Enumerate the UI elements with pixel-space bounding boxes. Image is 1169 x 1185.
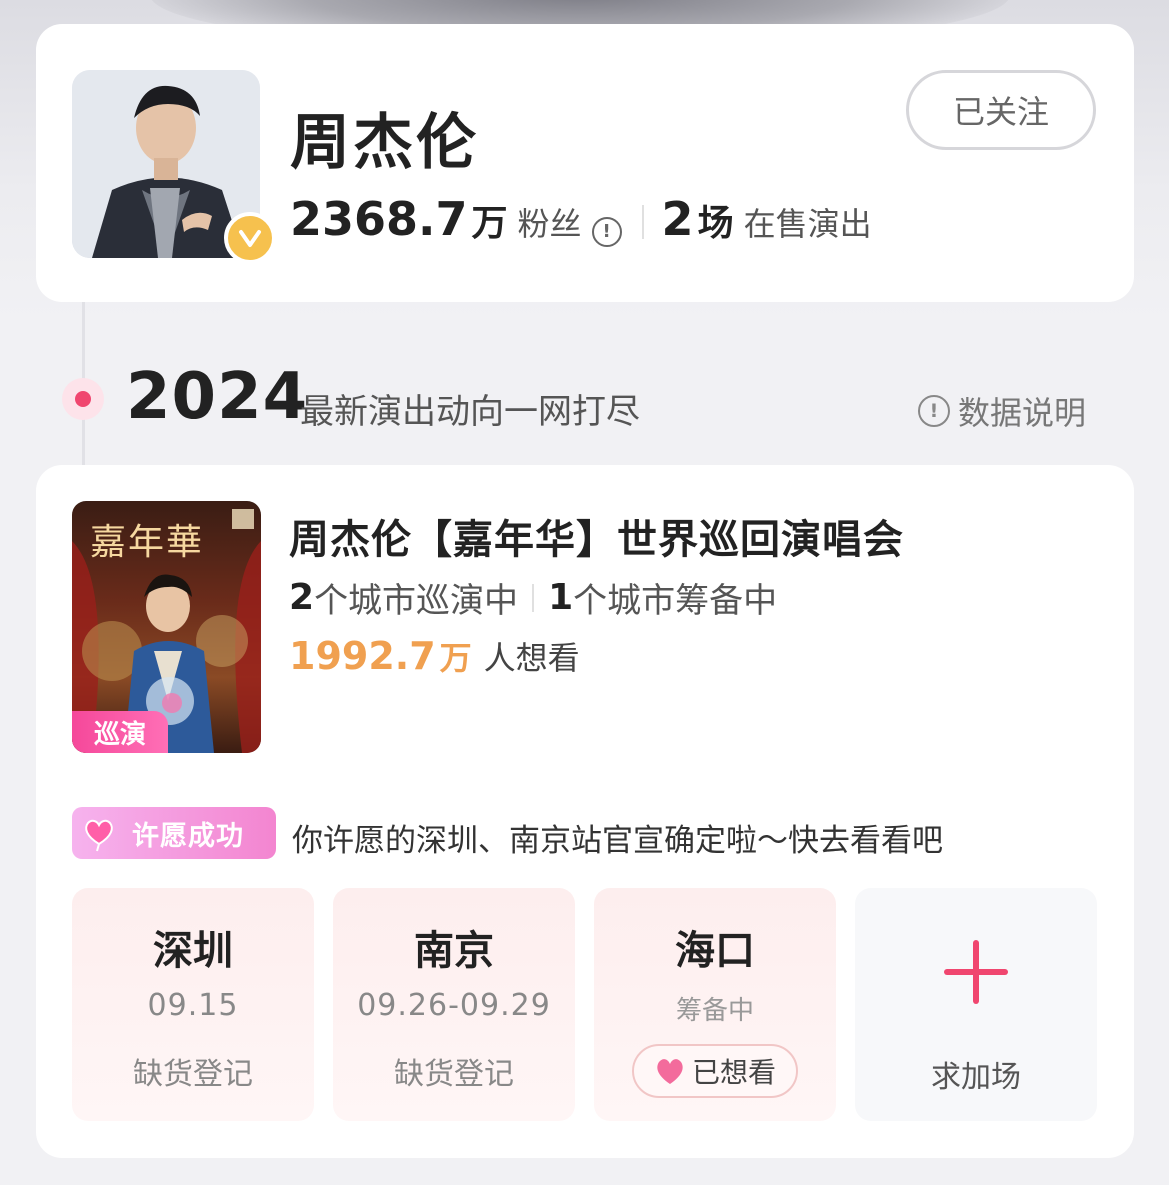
tour-poster[interactable]: 嘉年華 巡演 [72, 501, 261, 753]
artist-card: 周杰伦 已关注 2368.7 万 粉丝 ! 2 场 在售演出 [36, 24, 1134, 302]
data-note-label: 数据说明 [958, 394, 1087, 432]
fans-count: 2368.7 [290, 192, 468, 246]
city-date: 09.15 [147, 988, 239, 1023]
tour-card[interactable]: 嘉年華 巡演 周杰伦【嘉年华】世界巡回演唱会 2 个城市巡演中 1 个城市筹备中… [36, 465, 1134, 1158]
stock-register-link[interactable]: 缺货登记 [333, 1049, 575, 1093]
tour-want-count: 1992.7 万 人想看 [289, 633, 580, 679]
heart-balloon-icon [80, 814, 118, 852]
city-cards: 深圳 09.15 缺货登记 南京 09.26-09.29 缺货登记 海口 筹备中… [72, 888, 1097, 1121]
want-label: 人想看 [483, 639, 580, 677]
poster-title-art: 嘉年華 [90, 522, 205, 563]
fans-label: 粉丝 [517, 205, 582, 243]
wish-success-badge: 许愿成功 [72, 807, 276, 859]
timeline-dot [62, 378, 104, 420]
city-name: 海口 [675, 928, 755, 974]
artist-stats: 2368.7 万 粉丝 ! 2 场 在售演出 [290, 192, 872, 252]
tour-title[interactable]: 周杰伦【嘉年华】世界巡回演唱会 [289, 507, 904, 565]
want-unit: 万 [439, 639, 472, 677]
tour-city-summary: 2 个城市巡演中 1 个城市筹备中 [289, 573, 777, 622]
city-state: 筹备中 [675, 996, 754, 1026]
artist-name: 周杰伦 [290, 108, 479, 178]
verified-v-icon [224, 212, 276, 264]
add-show-card[interactable]: 求加场 [855, 888, 1097, 1121]
want-to-see-label: 已想看 [691, 1056, 776, 1089]
add-show-label: 求加场 [931, 1060, 1021, 1095]
tour-tag: 巡演 [72, 711, 168, 753]
city-name: 深圳 [153, 928, 233, 974]
shows-label: 在售演出 [743, 205, 872, 243]
city-date: 09.26-09.29 [357, 988, 551, 1023]
want-to-see-button[interactable]: 已想看 [632, 1044, 798, 1098]
want-count: 1992.7 [289, 634, 436, 678]
year-title: 2024 [126, 360, 309, 434]
year-subtitle: 最新演出动向一网打尽 [300, 392, 640, 432]
summary-divider [532, 583, 535, 612]
stat-divider [641, 205, 644, 239]
wish-message[interactable]: 你许愿的深圳、南京站官宣确定啦～快去看看吧 [292, 815, 943, 860]
city-card-shenzhen[interactable]: 深圳 09.15 缺货登记 [72, 888, 314, 1121]
city-card-nanjing[interactable]: 南京 09.26-09.29 缺货登记 [333, 888, 575, 1121]
fans-unit: 万 [471, 203, 508, 244]
plus-icon [944, 940, 1008, 1004]
city-name: 南京 [414, 928, 494, 974]
shows-count: 2 [661, 192, 694, 246]
shows-unit: 场 [697, 203, 734, 244]
touring-count: 2 [289, 577, 315, 618]
info-icon[interactable]: ! [591, 216, 622, 247]
city-card-haikou[interactable]: 海口 筹备中 已想看 [594, 888, 836, 1121]
preparing-count: 1 [548, 577, 574, 618]
info-icon: ! [918, 395, 950, 427]
heart-icon [654, 1056, 686, 1086]
data-note-link[interactable]: ! 数据说明 [918, 388, 1086, 434]
stock-register-link[interactable]: 缺货登记 [72, 1049, 314, 1093]
touring-label: 个城市巡演中 [314, 581, 519, 621]
follow-button[interactable]: 已关注 [906, 70, 1096, 150]
preparing-label: 个城市筹备中 [573, 581, 778, 621]
wish-badge-label: 许愿成功 [132, 820, 244, 852]
avatar-wrap[interactable] [72, 70, 276, 264]
